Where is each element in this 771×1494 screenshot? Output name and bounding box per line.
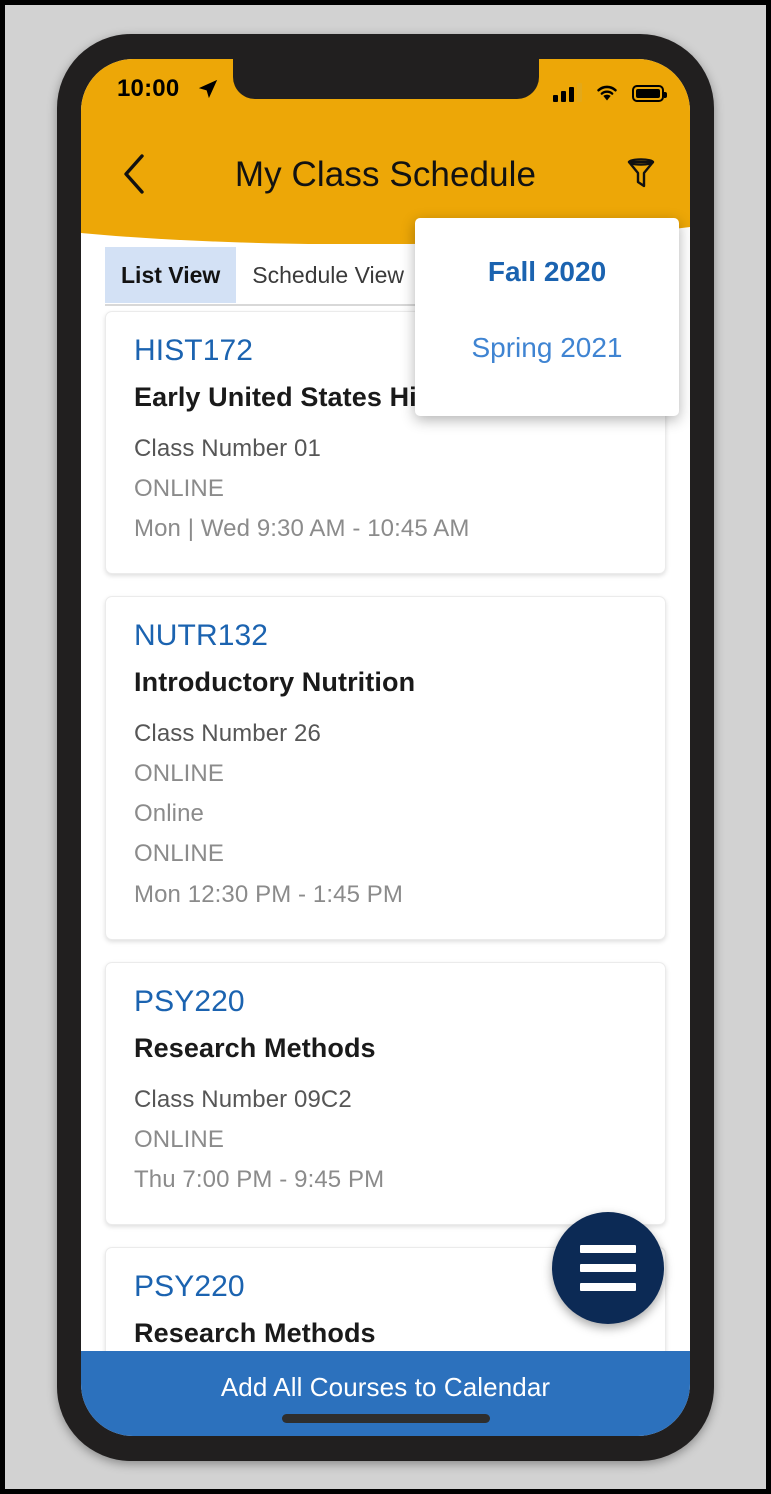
course-title: Introductory Nutrition xyxy=(134,667,416,698)
term-option-label: Fall 2020 xyxy=(487,256,607,287)
course-card[interactable]: NUTR132 Introductory Nutrition Class Num… xyxy=(105,596,666,940)
phone-screen: 10:00 My Class Schedule List View Schedu… xyxy=(81,59,690,1436)
course-class-number: Class Number 26 xyxy=(134,720,321,748)
page-title: My Class Schedule xyxy=(234,155,537,194)
cellular-signal-icon xyxy=(553,83,582,102)
filter-funnel-icon xyxy=(627,158,655,188)
location-arrow-icon xyxy=(198,79,218,99)
home-indicator xyxy=(281,1414,490,1423)
wifi-icon xyxy=(597,85,617,101)
course-class-number: Class Number 01 xyxy=(134,435,321,462)
filter-button[interactable] xyxy=(610,143,672,205)
battery-full-icon xyxy=(632,85,667,102)
course-code: NUTR132 xyxy=(134,619,269,653)
course-class-number: Class Number 09C2 xyxy=(134,1085,352,1113)
course-modality: Online xyxy=(134,800,204,828)
course-title: Research Methods xyxy=(134,1032,376,1063)
add-all-courses-button[interactable]: Add All Courses to Calendar xyxy=(81,1351,690,1436)
course-card[interactable]: PSY220 Research Methods Class Number 09C… xyxy=(105,961,666,1225)
navigation-bar: My Class Schedule xyxy=(81,135,690,215)
course-code: PSY220 xyxy=(134,984,245,1018)
course-location-secondary: ONLINE xyxy=(134,840,224,868)
tab-list-view-label: List View xyxy=(121,261,221,288)
course-meeting-time: Mon 12:30 PM - 1:45 PM xyxy=(134,880,403,908)
status-time: 10:00 xyxy=(117,75,180,102)
course-location: ONLINE xyxy=(134,760,224,788)
tab-list-view[interactable]: List View xyxy=(105,247,237,303)
course-meeting-time: Thu 7:00 PM - 9:45 PM xyxy=(134,1165,385,1193)
add-all-courses-label: Add All Courses to Calendar xyxy=(220,1372,551,1402)
term-option-label: Spring 2021 xyxy=(471,332,623,363)
course-title: Research Methods xyxy=(134,1317,376,1348)
term-option-spring-2021[interactable]: Spring 2021 xyxy=(415,320,679,386)
status-bar: 10:00 xyxy=(81,59,690,121)
tab-schedule-view[interactable]: Schedule View xyxy=(236,247,420,303)
course-location: ONLINE xyxy=(134,1125,224,1153)
screenshot-root: 10:00 My Class Schedule List View Schedu… xyxy=(0,0,771,1494)
tab-schedule-view-label: Schedule View xyxy=(252,261,405,288)
term-option-fall-2020[interactable]: Fall 2020 xyxy=(415,244,679,320)
status-icons xyxy=(553,76,667,102)
course-location: ONLINE xyxy=(134,475,224,503)
menu-fab-button[interactable] xyxy=(552,1212,664,1324)
course-meeting-time: Mon | Wed 9:30 AM - 10:45 AM xyxy=(134,515,470,543)
term-dropdown-menu[interactable]: Fall 2020 Spring 2021 xyxy=(415,218,679,416)
